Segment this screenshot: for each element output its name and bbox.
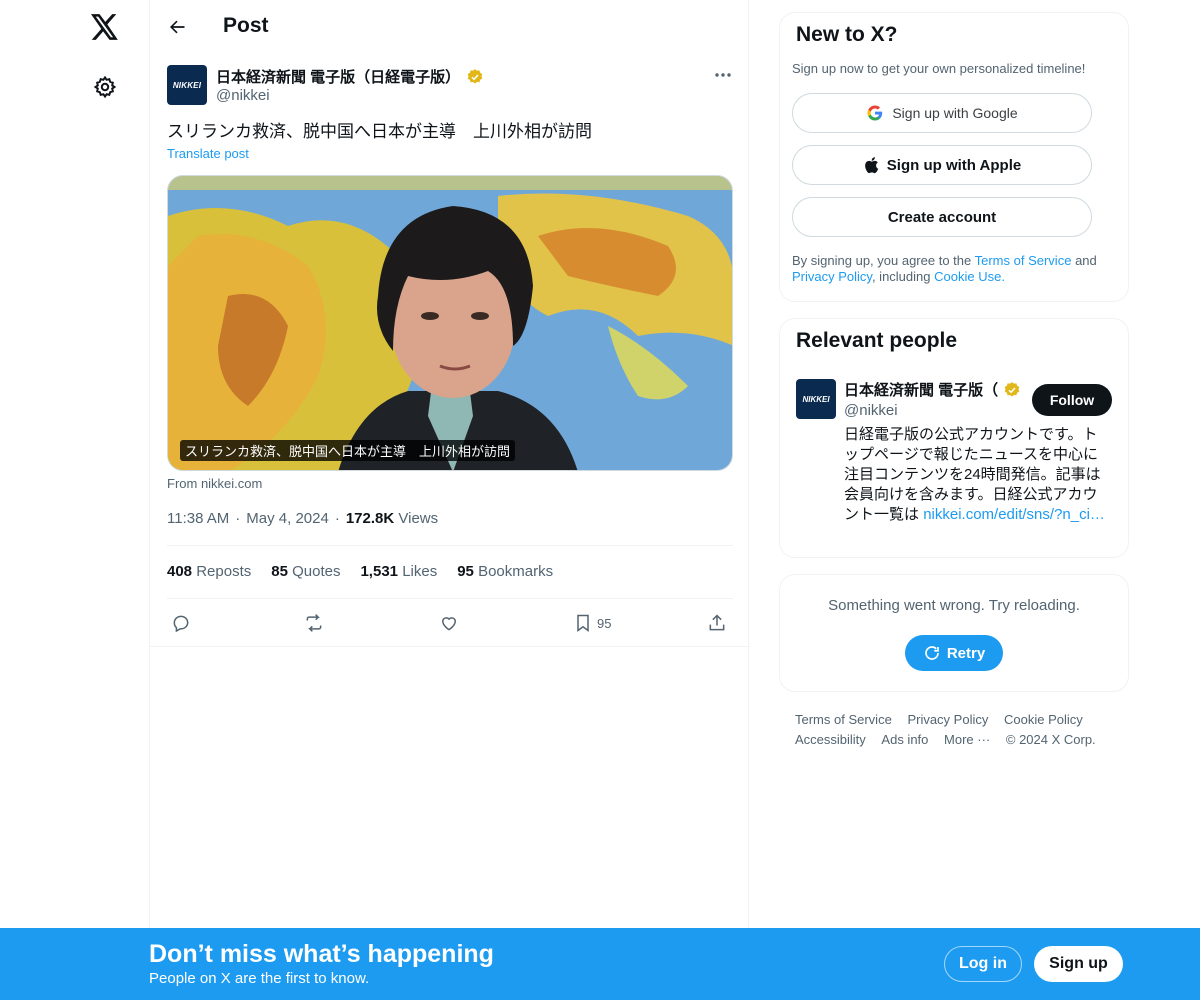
media-caption: スリランカ救済、脱中国へ日本が主導 上川外相が訪問 [180,440,516,461]
likes-count: 1,531 [360,563,399,580]
author-avatar[interactable]: NIKKEI [167,65,207,105]
engagement-stats: 408 Reposts 85 Quotes 1,531 Likes 95 Boo… [167,563,553,580]
back-arrow-icon[interactable] [162,12,192,42]
signup-button[interactable]: Sign up [1034,946,1123,982]
error-message: Something went wrong. Try reloading. [828,597,1080,614]
signup-card-subtitle: Sign up now to get your own personalized… [792,61,1086,76]
divider [150,646,750,647]
bookmarks-count: 95 [457,563,474,580]
follow-button[interactable]: Follow [1032,384,1112,416]
quotes-stat[interactable]: 85 Quotes [271,563,340,580]
source-link[interactable]: From nikkei.com [167,476,262,491]
repost-icon[interactable] [303,610,325,636]
legal-text: By signing up, you agree to the Terms of… [792,253,1122,285]
reposts-count: 408 [167,563,193,580]
reposts-stat[interactable]: 408 Reposts [167,563,251,580]
relevant-person-name-row[interactable]: 日本経済新聞 電子版（ [844,379,1021,400]
relevant-person-avatar[interactable]: NIKKEI [796,379,836,419]
privacy-link[interactable]: Privacy Policy [792,269,872,284]
reposts-label: Reposts [196,563,252,580]
login-button[interactable]: Log in [944,946,1022,982]
relevant-people-title: Relevant people [796,329,958,352]
post-media-image[interactable]: スリランカ救済、脱中国へ日本が主導 上川外相が訪問 [167,175,733,471]
retry-button[interactable]: Retry [905,635,1003,671]
bookmark-action[interactable]: 95 [573,610,611,636]
google-label: Sign up with Google [892,105,1018,121]
left-nav [0,0,150,928]
meta-dot: · [235,510,241,527]
views-label: Views [398,510,439,527]
signup-apple-button[interactable]: Sign up with Apple [792,145,1092,185]
author-handle[interactable]: @nikkei [216,87,270,104]
verified-badge-icon [1003,381,1021,399]
bio-link[interactable]: nikkei.com/edit/sns/?n_ci… [923,506,1105,523]
likes-stat[interactable]: 1,531 Likes [360,563,437,580]
relevant-person-handle[interactable]: @nikkei [844,402,898,419]
cookie-link[interactable]: Cookie Use. [934,269,1005,284]
footer-link-accessibility[interactable]: Accessibility [795,730,866,750]
bookmarks-label: Bookmarks [478,563,554,580]
relevant-person-bio: 日経電子版の公式アカウントです。トップページで報じたニュースを中心に注目コンテン… [844,425,1106,525]
footer-link-more[interactable]: More ··· [944,730,990,750]
footer-link-privacy[interactable]: Privacy Policy [907,710,988,730]
banner-title: Don’t miss what’s happening [149,940,494,968]
signup-card: New to X? Sign up now to get your own pe… [779,12,1129,302]
legal-prefix: By signing up, you agree to the [792,253,972,268]
more-options-icon[interactable] [710,64,736,86]
views: 172.8K Views [346,510,438,527]
legal-and: and [1075,253,1097,268]
x-logo-icon[interactable] [88,10,122,44]
main-column: Post NIKKEI 日本経済新聞 電子版（日経電子版） @nikkei スリ… [149,0,750,928]
post-date[interactable]: May 4, 2024 [246,510,329,527]
verified-badge-icon [466,68,484,86]
relevant-person-name: 日本経済新聞 電子版（ [844,382,999,399]
meta-dot: · [334,510,340,527]
create-account-button[interactable]: Create account [792,197,1092,237]
share-icon[interactable] [707,610,727,636]
signup-card-title: New to X? [796,23,898,46]
refresh-icon [925,646,939,660]
retry-label: Retry [946,644,986,662]
bookmarks-stat[interactable]: 95 Bookmarks [457,563,553,580]
banner-subtitle: People on X are the first to know. [149,970,370,987]
post-time[interactable]: 11:38 AM [167,510,229,527]
translate-post-link[interactable]: Translate post [167,146,249,161]
bookmark-action-count: 95 [597,615,612,631]
quotes-count: 85 [271,563,288,580]
apple-label: Sign up with Apple [886,156,1022,174]
footer-link-ads[interactable]: Ads info [881,730,928,750]
error-card: Something went wrong. Try reloading. Ret… [779,574,1129,692]
apple-icon [864,157,878,174]
bottom-signup-banner: Don’t miss what’s happening People on X … [0,928,1200,1000]
likes-label: Likes [402,563,438,580]
footer-link-terms[interactable]: Terms of Service [795,710,892,730]
author-name-row[interactable]: 日本経済新聞 電子版（日経電子版） [216,66,484,87]
bookmark-icon [577,614,589,632]
create-account-label: Create account [887,208,997,226]
reply-icon[interactable] [171,610,191,636]
author-name: 日本経済新聞 電子版（日経電子版） [216,69,461,86]
avatar-logo-text: NIKKEI [802,394,830,404]
footer-link-cookie[interactable]: Cookie Policy [1004,710,1083,730]
like-heart-icon[interactable] [439,610,459,636]
main-header: Post [150,0,750,53]
views-count: 172.8K [345,510,395,527]
divider [167,545,733,546]
gear-icon[interactable] [91,73,119,101]
terms-link[interactable]: Terms of Service [975,253,1072,268]
avatar-logo-text: NIKKEI [172,80,202,90]
post-text: スリランカ救済、脱中国へ日本が主導 上川外相が訪問 [167,122,592,141]
page-title: Post [223,14,269,37]
action-bar: 95 [167,610,733,636]
google-icon [867,105,883,121]
relevant-people-card: Relevant people NIKKEI 日本経済新聞 電子版（ @nikk… [779,318,1129,558]
post-meta: 11:38 AM · May 4, 2024 · 172.8K Views [167,510,438,527]
footer-links: Terms of Service Privacy Policy Cookie P… [795,710,1115,750]
divider [167,598,733,599]
quotes-label: Quotes [292,563,341,580]
signup-google-button[interactable]: Sign up with Google [792,93,1092,133]
legal-including: , including [871,269,931,284]
footer-copyright: © 2024 X Corp. [1005,732,1096,747]
